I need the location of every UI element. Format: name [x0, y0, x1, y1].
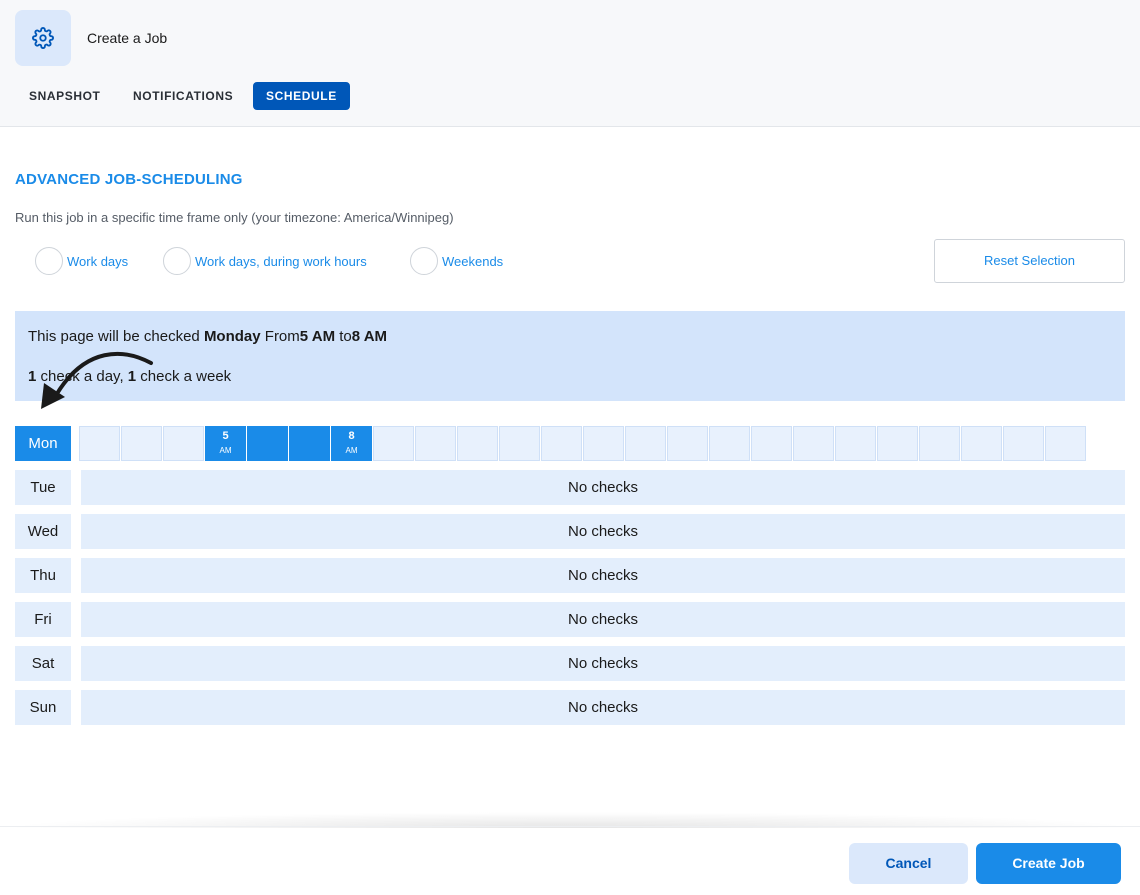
radio-circle[interactable] [35, 247, 63, 275]
job-icon-tile [15, 10, 71, 66]
reset-selection-button[interactable]: Reset Selection [934, 239, 1125, 283]
preset-label: Work days [67, 253, 129, 269]
day-mon[interactable]: Mon [15, 426, 71, 461]
summary-prefix: This page will be checked [28, 328, 204, 345]
day-thu[interactable]: Thu [15, 558, 71, 593]
gear-icon [32, 27, 54, 49]
tab-notifications[interactable]: NOTIFICATIONS [120, 82, 246, 110]
hour-slot[interactable] [793, 426, 834, 461]
day-sun[interactable]: Sun [15, 690, 71, 725]
hour-slot[interactable] [373, 426, 414, 461]
hour-ampm-label: AM [219, 446, 232, 455]
summary-from-word: From [260, 328, 300, 345]
summary-line: This page will be checked Monday From5 A… [28, 328, 387, 345]
hour-slot-selected[interactable] [289, 426, 330, 461]
hour-slot[interactable] [163, 426, 204, 461]
day-row-thu[interactable]: No checks [81, 558, 1125, 593]
hour-slot-selected[interactable]: 5 AM [205, 426, 246, 461]
preset-work-hours[interactable]: Work days, during work hours [163, 246, 367, 276]
create-job-button[interactable]: Create Job [976, 843, 1121, 884]
hour-slot[interactable] [1003, 426, 1044, 461]
summary-to-time: 8 AM [351, 328, 388, 345]
page-title: Create a Job [87, 30, 168, 46]
summary-to-word: to [335, 328, 352, 345]
hour-slot[interactable] [583, 426, 624, 461]
section-subtitle: Run this job in a specific time frame on… [15, 210, 454, 225]
hour-slot[interactable] [835, 426, 876, 461]
curved-arrow-icon [41, 352, 153, 409]
preset-work-days[interactable]: Work days [35, 246, 128, 276]
radio-circle[interactable] [410, 247, 438, 275]
hour-slot[interactable] [751, 426, 792, 461]
day-row-sat[interactable]: No checks [81, 646, 1125, 681]
hour-ampm-label: AM [345, 446, 358, 455]
day-row-fri[interactable]: No checks [81, 602, 1125, 637]
footer-divider [0, 826, 1140, 827]
day-row-tue[interactable]: No checks [81, 470, 1125, 505]
day-row-sun[interactable]: No checks [81, 690, 1125, 725]
day-wed[interactable]: Wed [15, 514, 71, 549]
tab-schedule[interactable]: SCHEDULE [253, 82, 350, 110]
cancel-button[interactable]: Cancel [849, 843, 968, 884]
hour-slot[interactable] [415, 426, 456, 461]
hour-label: 5 [222, 430, 229, 442]
hour-slot[interactable] [625, 426, 666, 461]
hour-slot[interactable] [457, 426, 498, 461]
hour-slot[interactable] [877, 426, 918, 461]
hour-slot[interactable] [919, 426, 960, 461]
summary-from-time: 5 AM [299, 328, 336, 345]
hour-slot-selected[interactable] [247, 426, 288, 461]
schedule-summary: This page will be checked Monday From5 A… [15, 311, 1125, 409]
preset-weekends[interactable]: Weekends [410, 246, 503, 276]
hour-slot[interactable] [667, 426, 708, 461]
day-row-wed[interactable]: No checks [81, 514, 1125, 549]
hour-slot-selected[interactable]: 8 AM [331, 426, 372, 461]
hour-label: 8 [348, 430, 355, 442]
hour-slot[interactable] [541, 426, 582, 461]
day-tue[interactable]: Tue [15, 470, 71, 505]
hour-slot[interactable] [961, 426, 1002, 461]
summary-day: Monday [203, 328, 261, 345]
day-sat[interactable]: Sat [15, 646, 71, 681]
preset-label: Weekends [442, 253, 504, 269]
day-fri[interactable]: Fri [15, 602, 71, 637]
hour-slot[interactable] [121, 426, 162, 461]
header: Create a Job SNAPSHOT NOTIFICATIONS SCHE… [0, 0, 1140, 127]
radio-circle[interactable] [163, 247, 191, 275]
section-title: ADVANCED JOB-SCHEDULING [15, 171, 243, 188]
hour-slot[interactable] [79, 426, 120, 461]
preset-label: Work days, during work hours [195, 253, 367, 269]
tab-snapshot[interactable]: SNAPSHOT [16, 82, 113, 110]
hour-slot[interactable] [709, 426, 750, 461]
hour-slot[interactable] [1045, 426, 1086, 461]
hour-slot[interactable] [499, 426, 540, 461]
